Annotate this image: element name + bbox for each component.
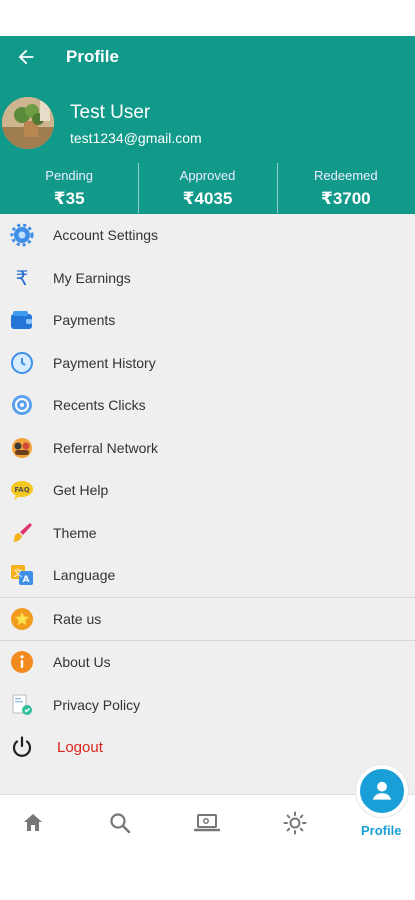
- menu-item-label: Referral Network: [53, 439, 159, 456]
- user-email: test1234@gmail.com: [70, 130, 202, 146]
- sun-icon: [283, 811, 307, 835]
- menu-item-my-earnings[interactable]: ₹ My Earnings: [0, 257, 415, 300]
- nav-sun[interactable]: [265, 795, 325, 851]
- svg-text:文: 文: [13, 567, 22, 579]
- nav-profile-button[interactable]: [356, 765, 408, 817]
- nav-home[interactable]: [3, 795, 63, 851]
- earnings-summary: Pending ₹35 Approved ₹4035 Redeemed ₹370…: [0, 160, 415, 214]
- menu-item-language[interactable]: 文A Language: [0, 554, 415, 597]
- language-icon: 文A: [10, 563, 34, 587]
- nav-profile-label[interactable]: Profile: [361, 823, 401, 838]
- user-info: Test User test1234@gmail.com: [0, 96, 415, 156]
- svg-text:₹: ₹: [16, 266, 29, 290]
- referral-network-icon: [10, 436, 34, 460]
- avatar[interactable]: [2, 97, 54, 149]
- profile-menu: Account Settings ₹ My Earnings Payments …: [0, 214, 415, 794]
- avatar-image: [2, 97, 54, 149]
- menu-item-label: Privacy Policy: [53, 696, 141, 713]
- menu-item-label: Payment History: [53, 354, 156, 371]
- history-icon: [10, 351, 34, 375]
- menu-item-get-help[interactable]: FAQ Get Help: [0, 469, 415, 512]
- menu-item-payment-history[interactable]: Payment History: [0, 342, 415, 385]
- menu-item-payments[interactable]: Payments: [0, 299, 415, 342]
- stat-label: Approved: [179, 168, 236, 183]
- recent-clicks-icon: [10, 393, 34, 417]
- page-title: Profile: [66, 47, 119, 66]
- home-icon: [24, 814, 42, 831]
- menu-item-about-us[interactable]: About Us: [0, 641, 415, 684]
- svg-text:FAQ: FAQ: [14, 486, 29, 494]
- menu-item-label: Account Settings: [53, 227, 159, 244]
- stat-redeemed: Redeemed ₹3700: [276, 160, 415, 214]
- search-icon: [110, 813, 131, 834]
- menu-item-label: About Us: [53, 654, 111, 671]
- wallet-icon: [10, 308, 34, 332]
- top-app-bar: Profile: [0, 36, 415, 78]
- nav-search[interactable]: [90, 795, 150, 851]
- menu-item-label: Language: [53, 567, 116, 584]
- faq-icon: FAQ: [10, 478, 34, 502]
- menu-item-label: Rate us: [53, 610, 102, 627]
- stat-value: ₹3700: [320, 189, 371, 208]
- menu-item-account-settings[interactable]: Account Settings: [0, 214, 415, 257]
- svg-text:A: A: [23, 575, 30, 585]
- power-icon: [10, 735, 34, 759]
- gear-icon: [10, 223, 34, 247]
- menu-item-label: Recents Clicks: [53, 397, 146, 414]
- menu-item-label: Theme: [53, 524, 97, 541]
- stat-label: Pending: [45, 168, 94, 183]
- back-button[interactable]: [6, 37, 46, 77]
- arrow-left-icon: [18, 49, 34, 65]
- stat-value: ₹4035: [182, 189, 233, 208]
- stat-pending: Pending ₹35: [0, 160, 138, 214]
- status-bar: [0, 0, 415, 36]
- user-name: Test User: [70, 102, 151, 123]
- bottom-navigation: Profile: [0, 765, 415, 851]
- nav-laptop[interactable]: [177, 795, 237, 851]
- stat-label: Redeemed: [314, 168, 378, 183]
- menu-item-theme[interactable]: Theme: [0, 512, 415, 555]
- menu-item-label: Payments: [53, 312, 116, 329]
- menu-item-label: My Earnings: [53, 269, 131, 286]
- rupee-icon: ₹: [10, 266, 34, 290]
- privacy-policy-icon: [10, 693, 34, 717]
- stat-value: ₹35: [53, 189, 85, 208]
- menu-item-label: Get Help: [53, 482, 109, 499]
- menu-item-rate-us[interactable]: Rate us: [0, 598, 415, 641]
- brush-icon: [10, 521, 34, 545]
- menu-item-privacy-policy[interactable]: Privacy Policy: [0, 684, 415, 727]
- profile-header: Profile Test User test1234@gmail.com Pen…: [0, 36, 415, 214]
- laptop-icon: [194, 814, 220, 832]
- star-icon: [10, 607, 34, 631]
- logout-button[interactable]: Logout: [0, 726, 415, 769]
- menu-item-recents-clicks[interactable]: Recents Clicks: [0, 384, 415, 427]
- stat-approved: Approved ₹4035: [138, 160, 276, 214]
- menu-item-referral-network[interactable]: Referral Network: [0, 427, 415, 470]
- info-icon: [10, 650, 34, 674]
- user-icon: [372, 781, 392, 800]
- logout-label: Logout: [57, 738, 103, 756]
